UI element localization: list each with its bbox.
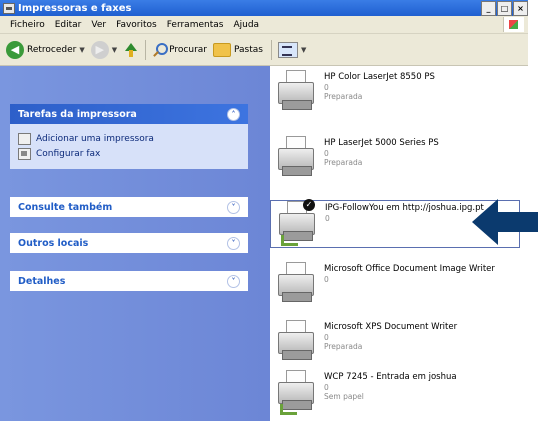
menu-edit[interactable]: Editar <box>55 20 82 30</box>
network-cable-icon <box>280 404 297 415</box>
printer-status: Preparada <box>324 92 363 101</box>
search-icon <box>152 42 169 57</box>
network-printer-icon <box>276 370 316 415</box>
printer-icon <box>276 320 316 362</box>
printer-jobs-count: 0 <box>324 383 329 392</box>
printer-status: Preparada <box>324 158 363 167</box>
printer-tasks-panel: Tarefas da impressora ˄ Adicionar uma im… <box>10 104 248 169</box>
see-also-panel: Consulte também ˅ <box>10 197 248 217</box>
forward-arrow-icon: ▶ <box>90 40 109 59</box>
menu-file[interactable]: Ficheiro <box>10 20 45 30</box>
printer-name: HP LaserJet 5000 Series PS <box>324 138 439 148</box>
back-dropdown-icon[interactable]: ▼ <box>79 46 84 54</box>
printer-name: WCP 7245 - Entrada em joshua <box>324 372 457 382</box>
printer-tasks-body: Adicionar uma impressora Configurar fax <box>10 124 248 169</box>
title-bar[interactable]: Impressoras e faxes _ □ × <box>0 0 528 16</box>
expand-chevron-icon[interactable]: ˅ <box>227 236 240 250</box>
window-controls: _ □ × <box>480 1 528 16</box>
details-panel: Detalhes ˅ <box>10 271 248 291</box>
minimize-button[interactable]: _ <box>481 1 496 16</box>
views-dropdown-icon[interactable]: ▼ <box>301 46 306 54</box>
expand-chevron-icon[interactable]: ˅ <box>227 274 240 288</box>
printer-icon <box>276 70 316 112</box>
folders-label: Pastas <box>234 44 263 55</box>
fax-icon <box>18 148 31 160</box>
toolbar-separator <box>270 39 272 60</box>
views-icon <box>277 41 298 58</box>
back-button[interactable]: ◀ Retroceder ▼ <box>6 40 85 59</box>
menu-help[interactable]: Ajuda <box>233 20 259 30</box>
configure-fax-link[interactable]: Configurar fax <box>18 148 240 160</box>
printer-item[interactable]: Microsoft Office Document Image Writer 0 <box>270 262 520 310</box>
pointer-arrow-icon <box>472 199 538 245</box>
printer-icon <box>276 136 316 178</box>
views-button[interactable]: ▼ <box>277 41 306 58</box>
add-printer-icon <box>18 133 31 145</box>
see-also-title: Consulte também <box>18 201 113 213</box>
expand-chevron-icon[interactable]: ˅ <box>227 200 240 214</box>
folders-icon <box>213 42 231 57</box>
network-printer-icon: ✓ <box>277 199 317 246</box>
see-also-header[interactable]: Consulte também ˅ <box>10 197 248 217</box>
printer-item[interactable]: Microsoft XPS Document Writer 0 Preparad… <box>270 320 520 368</box>
details-header[interactable]: Detalhes ˅ <box>10 271 248 291</box>
toolbar: ◀ Retroceder ▼ ▶ ▼ Procurar Pastas ▼ <box>0 34 528 66</box>
printer-status: Sem papel <box>324 392 364 401</box>
printer-icon <box>276 262 316 304</box>
printer-jobs-count: 0 <box>324 149 329 158</box>
menu-tools[interactable]: Ferramentas <box>167 20 224 30</box>
menu-favorites[interactable]: Favoritos <box>116 20 157 30</box>
printer-name: Microsoft Office Document Image Writer <box>324 264 495 274</box>
printer-item[interactable]: HP LaserJet 5000 Series PS 0 Preparada <box>270 136 520 184</box>
printer-tasks-header[interactable]: Tarefas da impressora ˄ <box>10 104 248 124</box>
printer-tasks-title: Tarefas da impressora <box>18 108 137 120</box>
printer-item[interactable]: WCP 7245 - Entrada em joshua 0 Sem papel <box>270 370 520 418</box>
back-arrow-icon: ◀ <box>6 40 24 59</box>
task-pane: Tarefas da impressora ˄ Adicionar uma im… <box>0 66 270 421</box>
search-label: Procurar <box>169 44 207 55</box>
back-label: Retroceder <box>27 44 77 55</box>
other-places-header[interactable]: Outros locais ˅ <box>10 233 248 253</box>
add-printer-link[interactable]: Adicionar uma impressora <box>18 133 240 145</box>
toolbar-separator <box>145 39 147 60</box>
printer-jobs-count: 0 <box>325 214 330 223</box>
forward-dropdown-icon[interactable]: ▼ <box>112 46 117 54</box>
folders-button[interactable]: Pastas <box>213 42 263 57</box>
windows-logo-icon <box>503 17 524 32</box>
printer-status: Preparada <box>324 342 363 351</box>
printer-jobs-count: 0 <box>324 333 329 342</box>
details-title: Detalhes <box>18 275 66 287</box>
menu-view[interactable]: Ver <box>91 20 106 30</box>
search-button[interactable]: Procurar <box>152 42 207 57</box>
folder-up-icon[interactable] <box>125 42 138 57</box>
close-button[interactable]: × <box>513 1 528 16</box>
network-cable-icon <box>281 235 298 246</box>
default-printer-check-icon: ✓ <box>303 199 315 211</box>
printer-jobs-count: 0 <box>324 83 329 92</box>
printer-jobs-count: 0 <box>324 275 329 284</box>
other-places-title: Outros locais <box>18 237 89 249</box>
other-places-panel: Outros locais ˅ <box>10 233 248 253</box>
menu-bar: Ficheiro Editar Ver Favoritos Ferramenta… <box>0 16 528 34</box>
printer-name: Microsoft XPS Document Writer <box>324 322 458 332</box>
printer-name: IPG-FollowYou em http://joshua.ipg.pt <box>325 203 484 213</box>
add-printer-label: Adicionar uma impressora <box>36 134 154 144</box>
forward-button[interactable]: ▶ ▼ <box>90 40 117 59</box>
printer-item[interactable]: HP Color LaserJet 8550 PS 0 Preparada <box>270 70 520 118</box>
configure-fax-label: Configurar fax <box>36 149 101 159</box>
window-title: Impressoras e faxes <box>18 2 132 14</box>
explorer-window: Impressoras e faxes _ □ × Ficheiro Edita… <box>0 0 528 421</box>
printer-name: HP Color LaserJet 8550 PS <box>324 72 435 82</box>
printer-folder-icon <box>3 2 15 14</box>
maximize-button[interactable]: □ <box>497 1 512 16</box>
collapse-chevron-icon[interactable]: ˄ <box>227 107 240 121</box>
